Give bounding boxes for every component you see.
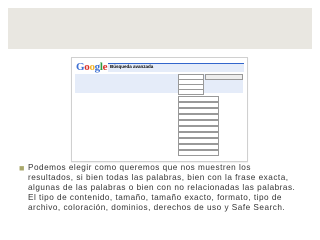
advanced-search-title: Búsqueda avanzada — [110, 64, 154, 69]
text-field — [178, 89, 204, 95]
select-field — [178, 150, 219, 156]
google-logo: Google — [76, 61, 108, 73]
advanced-search-form — [75, 74, 244, 158]
google-advanced-search-screenshot: Google Búsqueda avanzada — [71, 57, 248, 162]
header-band — [8, 8, 312, 49]
form-row — [75, 89, 244, 95]
advanced-search-header: Búsqueda avanzada — [108, 63, 244, 72]
slide: Google Búsqueda avanzada ■ Podemos elegi… — [0, 0, 320, 240]
bullet-icon: ■ — [19, 163, 25, 173]
form-row — [75, 150, 244, 156]
body-paragraph: Podemos elegir como queremos que nos mue… — [28, 163, 296, 213]
